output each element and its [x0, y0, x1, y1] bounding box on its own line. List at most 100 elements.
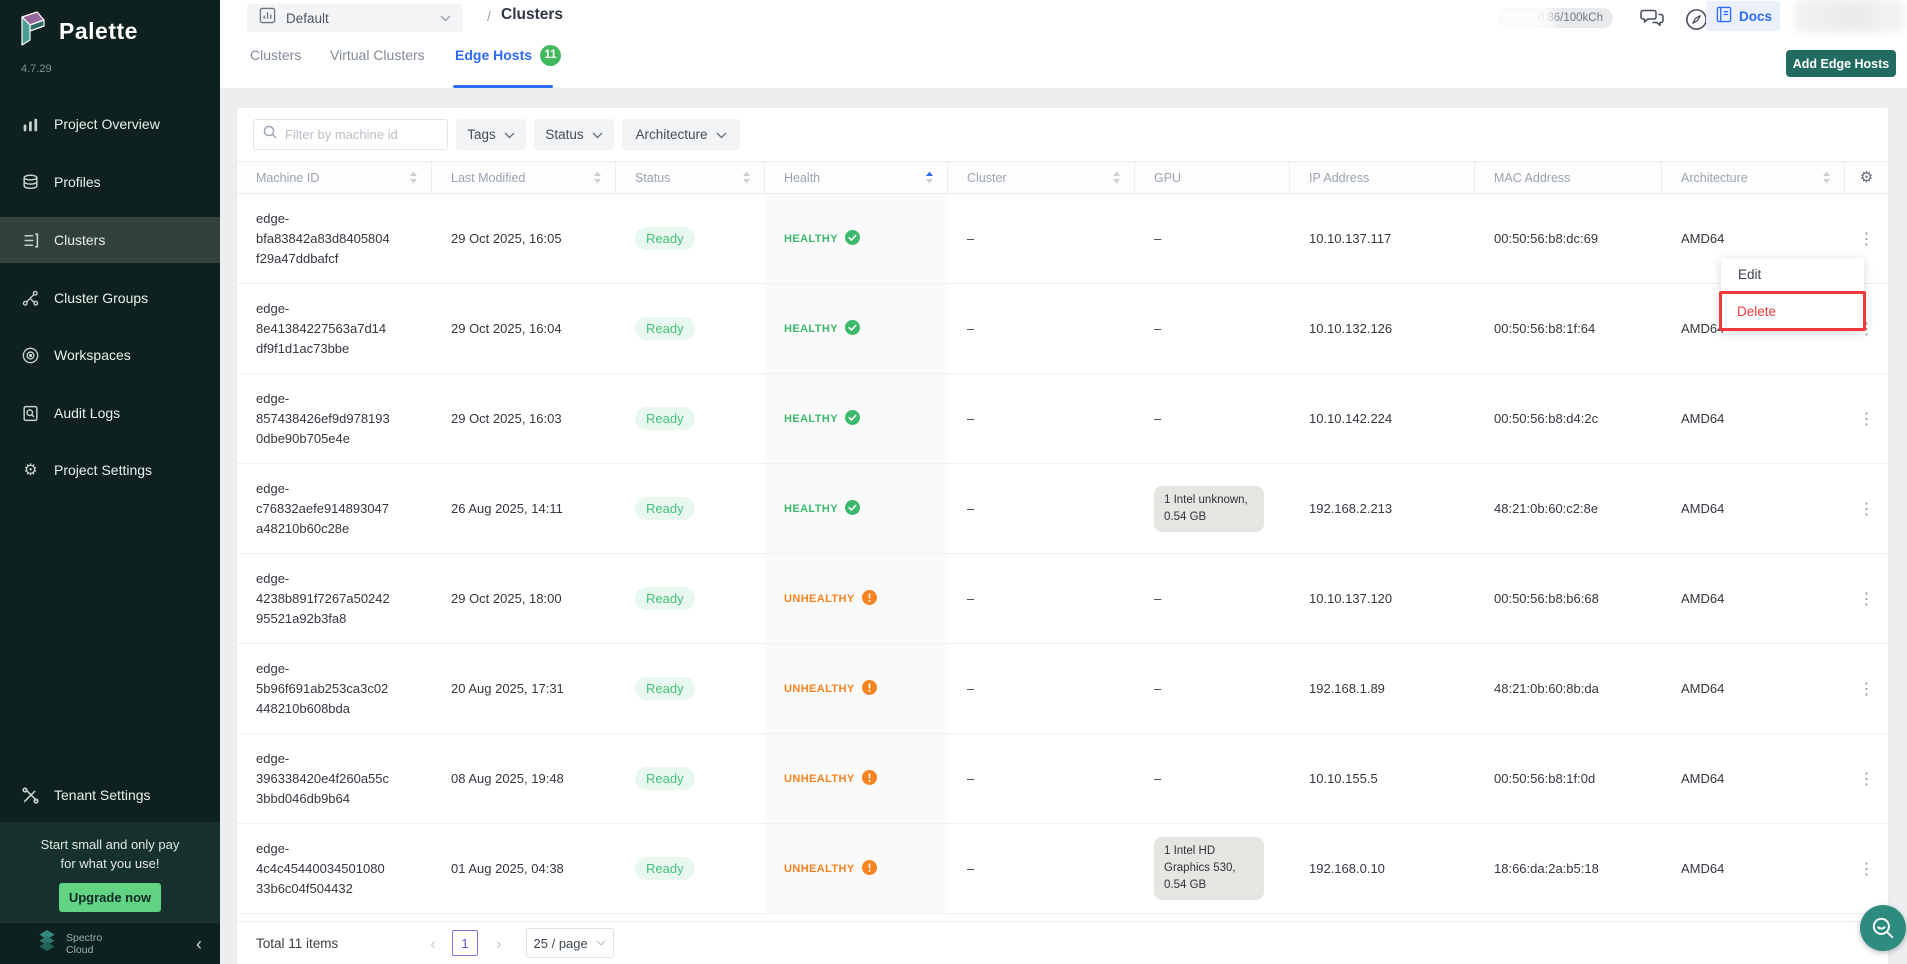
sidebar-item-workspaces[interactable]: Workspaces — [0, 332, 220, 378]
column-header-machine-id[interactable]: Machine ID — [237, 162, 432, 193]
page-size-select[interactable]: 25 / page — [526, 928, 614, 958]
usage-badge: 0.86/100kCh — [1498, 8, 1613, 28]
topbar: Default / Clusters 0.86/100kCh — [220, 0, 1907, 88]
project-selector[interactable]: Default — [247, 4, 463, 32]
next-page-button[interactable]: › — [496, 935, 502, 952]
check-circle-icon — [845, 410, 860, 428]
cluster-value: – — [948, 734, 1135, 823]
status-badge: Ready — [635, 407, 695, 430]
status-badge: Ready — [635, 767, 695, 790]
chevron-down-icon — [596, 940, 606, 946]
row-actions-kebab-icon[interactable]: ⋮ — [1845, 679, 1888, 699]
sort-icon[interactable] — [1822, 171, 1831, 184]
sort-icon[interactable] — [409, 171, 418, 184]
architecture: AMD64 — [1662, 554, 1845, 643]
column-header-mac-address: MAC Address — [1475, 162, 1662, 193]
last-modified: 29 Oct 2025, 18:00 — [432, 554, 616, 643]
warning-circle-icon — [862, 770, 877, 788]
architecture: AMD64 — [1662, 824, 1845, 913]
breadcrumb: Clusters — [501, 6, 563, 24]
pagination-bar: Total 11 items ‹ 1 › 25 / page — [237, 921, 1888, 964]
architecture: AMD64 — [1662, 374, 1845, 463]
gpu-badge: 1 Intel HD Graphics 530, 0.54 GB — [1154, 837, 1264, 900]
help-chat-button[interactable] — [1860, 905, 1906, 951]
add-edge-hosts-button[interactable]: Add Edge Hosts — [1786, 50, 1896, 77]
row-actions-kebab-icon[interactable]: ⋮ — [1845, 499, 1888, 519]
context-menu-item-edit[interactable]: Edit — [1721, 258, 1864, 291]
filter-tags[interactable]: Tags — [456, 119, 526, 150]
gpu-badge: 1 Intel unknown, 0.54 GB — [1154, 486, 1264, 532]
edge-hosts-card: Tags Status Architecture Machine IDLast Mo… — [237, 108, 1888, 964]
sidebar-item-profiles[interactable]: Profiles — [0, 159, 220, 205]
sidebar-item-project-settings[interactable]: ⚙Project Settings — [0, 447, 220, 493]
gpu-value: – — [1154, 411, 1161, 426]
column-header-health[interactable]: Health — [765, 162, 948, 193]
column-header-cluster[interactable]: Cluster — [948, 162, 1135, 193]
sidebar-item-project-overview[interactable]: Project Overview — [0, 101, 220, 147]
context-menu-item-delete[interactable]: Delete — [1719, 291, 1866, 331]
chart-icon — [259, 7, 276, 29]
promo-text-line2: for what you use! — [0, 854, 220, 873]
table-settings-gear-icon[interactable]: ⚙ — [1860, 170, 1873, 185]
column-header-last-modified[interactable]: Last Modified — [432, 162, 616, 193]
feedback-chat-icon[interactable] — [1640, 7, 1666, 35]
breadcrumb-separator: / — [487, 8, 491, 24]
sidebar-collapse-icon[interactable]: ‹ — [196, 935, 202, 953]
column-header-ip-address: IP Address — [1290, 162, 1475, 193]
table-header: Machine IDLast ModifiedStatusHealthClust… — [237, 161, 1888, 194]
cluster-value: – — [948, 554, 1135, 643]
sort-icon[interactable] — [925, 171, 934, 184]
search-input[interactable] — [285, 127, 438, 142]
ip-address: 192.168.2.213 — [1290, 464, 1475, 553]
table-row: edge-8e41384227563a7d14df9f1d1ac73bbe29 … — [237, 284, 1888, 374]
mac-address: 00:50:56:b8:1f:64 — [1475, 284, 1662, 373]
row-actions-kebab-icon[interactable]: ⋮ — [1845, 229, 1888, 249]
last-modified: 20 Aug 2025, 17:31 — [432, 644, 616, 733]
cluster-value: – — [948, 284, 1135, 373]
compass-icon[interactable] — [1685, 8, 1708, 36]
column-header-status[interactable]: Status — [616, 162, 765, 193]
health-label: UNHEALTHY — [784, 863, 855, 875]
sort-icon[interactable] — [1112, 171, 1121, 184]
column-header-architecture[interactable]: Architecture — [1662, 162, 1845, 193]
sidebar-item-tenant-settings[interactable]: Tenant Settings — [0, 772, 220, 818]
cluster-value: – — [948, 464, 1135, 553]
machine-id: edge-c76832aefe914893047a48210b60c28e — [256, 479, 418, 539]
list-icon — [21, 231, 40, 250]
check-circle-icon — [845, 230, 860, 248]
chevron-down-icon — [592, 127, 603, 142]
row-actions-kebab-icon[interactable]: ⋮ — [1845, 859, 1888, 879]
health-label: UNHEALTHY — [784, 683, 855, 695]
sidebar-footer: Spectro Cloud ‹ — [0, 922, 220, 964]
filter-status[interactable]: Status — [534, 119, 614, 150]
ip-address: 10.10.142.224 — [1290, 374, 1475, 463]
machine-id-search[interactable] — [253, 119, 448, 150]
docs-button[interactable]: Docs — [1706, 1, 1780, 31]
palette-logo-icon — [16, 10, 50, 53]
sort-icon[interactable] — [742, 171, 751, 184]
filter-architecture[interactable]: Architecture — [622, 119, 740, 150]
sidebar-item-audit-logs[interactable]: Audit Logs — [0, 390, 220, 436]
machine-id: edge-4238b891f7267a5024295521a92b3fa8 — [256, 569, 418, 629]
row-actions-kebab-icon[interactable]: ⋮ — [1845, 769, 1888, 789]
tab-clusters[interactable]: Clusters — [250, 42, 301, 68]
ip-address: 192.168.1.89 — [1290, 644, 1475, 733]
sidebar-item-cluster-groups[interactable]: Cluster Groups — [0, 275, 220, 321]
promo-text-line1: Start small and only pay — [0, 822, 220, 854]
column-header-settings: ⚙ — [1845, 162, 1888, 193]
upgrade-now-button[interactable]: Upgrade now — [59, 883, 161, 912]
tab-edge-hosts[interactable]: Edge Hosts11 — [455, 42, 561, 68]
row-actions-kebab-icon[interactable]: ⋮ — [1845, 589, 1888, 609]
chevron-down-icon — [440, 9, 451, 27]
check-circle-icon — [845, 320, 860, 338]
page-number-button[interactable]: 1 — [452, 930, 478, 956]
sort-icon[interactable] — [593, 171, 602, 184]
prev-page-button[interactable]: ‹ — [430, 935, 436, 952]
table-row: edge-4c4c4544003450108033b6c04f50443201 … — [237, 824, 1888, 914]
row-actions-kebab-icon[interactable]: ⋮ — [1845, 409, 1888, 429]
user-menu-blurred[interactable] — [1795, 0, 1907, 32]
sidebar-item-clusters[interactable]: Clusters — [0, 217, 220, 263]
machine-id: edge-396338420e4f260a55c3bbd046db9b64 — [256, 749, 418, 809]
warning-circle-icon — [862, 590, 877, 608]
tab-virtual-clusters[interactable]: Virtual Clusters — [330, 42, 425, 68]
